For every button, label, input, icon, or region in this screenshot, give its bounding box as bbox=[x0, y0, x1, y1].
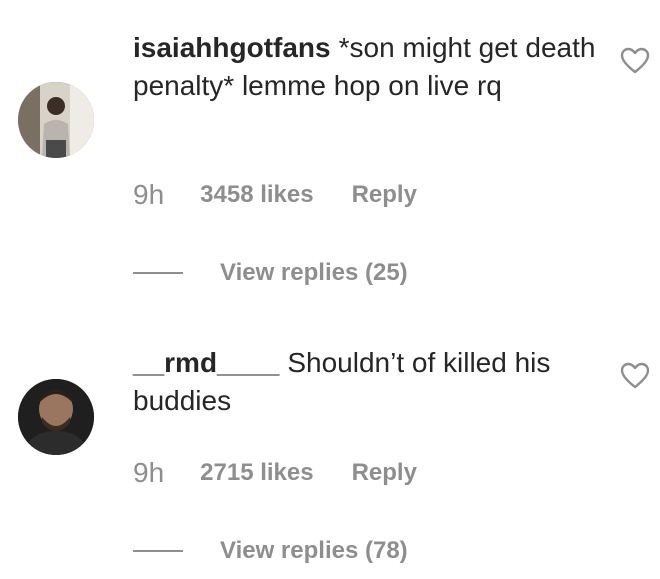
comment-timestamp: 9h bbox=[133, 179, 165, 210]
avatar-image bbox=[18, 379, 94, 455]
avatar[interactable] bbox=[18, 379, 94, 455]
comment-username[interactable]: isaiahhgotfans bbox=[133, 32, 331, 63]
view-replies-button[interactable]: View replies (25) bbox=[220, 259, 408, 287]
avatar[interactable] bbox=[18, 82, 94, 158]
divider-line bbox=[133, 550, 183, 552]
comment-text: __rmd____ Shouldn’t of killed his buddies bbox=[133, 344, 603, 420]
comment-text: isaiahhgotfans *son might get death penal… bbox=[133, 29, 603, 105]
comment-username[interactable]: __rmd____ bbox=[133, 347, 279, 378]
view-replies-row[interactable]: View replies (78) bbox=[133, 536, 408, 566]
heart-icon[interactable] bbox=[620, 362, 650, 390]
likes-count[interactable]: 3458 likes bbox=[200, 181, 313, 209]
view-replies-row[interactable]: View replies (25) bbox=[133, 258, 408, 288]
comment-meta: 9h 3458 likes Reply bbox=[133, 178, 417, 212]
comment-item: __rmd____ Shouldn’t of killed his buddies… bbox=[0, 300, 660, 579]
reply-button[interactable]: Reply bbox=[352, 459, 417, 487]
likes-count[interactable]: 2715 likes bbox=[200, 459, 313, 487]
avatar-image bbox=[18, 82, 94, 158]
heart-icon[interactable] bbox=[620, 47, 650, 75]
view-replies-button[interactable]: View replies (78) bbox=[220, 537, 408, 565]
comment-timestamp: 9h bbox=[133, 457, 165, 488]
divider-line bbox=[133, 272, 183, 274]
reply-button[interactable]: Reply bbox=[352, 181, 417, 209]
comment-meta: 9h 2715 likes Reply bbox=[133, 456, 417, 490]
comment-item: isaiahhgotfans *son might get death penal… bbox=[0, 0, 660, 300]
